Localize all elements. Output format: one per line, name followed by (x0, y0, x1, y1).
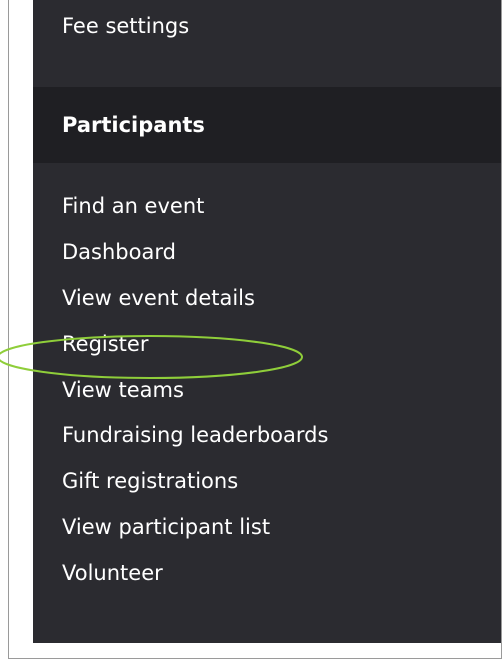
menu-item-volunteer[interactable]: Volunteer (62, 559, 328, 605)
menu-item-fee-settings[interactable]: Fee settings (62, 14, 189, 38)
menu-item-find-an-event[interactable]: Find an event (62, 192, 328, 238)
menu-item-view-participant-list[interactable]: View participant list (62, 513, 328, 559)
menu-item-view-event-details[interactable]: View event details (62, 284, 328, 330)
menu-item-register[interactable]: Register (62, 330, 328, 376)
menu-item-view-teams[interactable]: View teams (62, 376, 328, 422)
participants-menu-list: Find an event Dashboard View event detai… (62, 192, 328, 605)
menu-item-gift-registrations[interactable]: Gift registrations (62, 467, 328, 513)
section-title: Participants (62, 113, 205, 137)
menu-item-fundraising-leaderboards[interactable]: Fundraising leaderboards (62, 421, 328, 467)
menu-item-dashboard[interactable]: Dashboard (62, 238, 328, 284)
